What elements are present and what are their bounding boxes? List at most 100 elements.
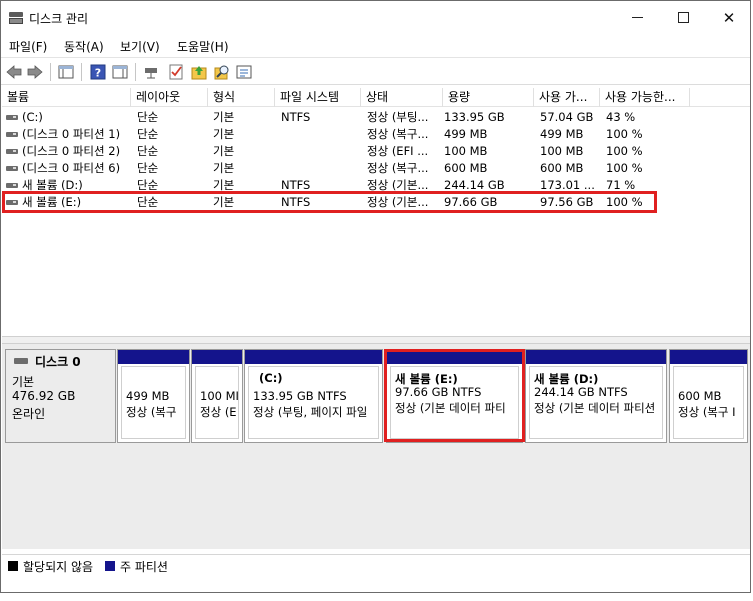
partition-block[interactable]: 새 볼륨 (D:) 244.14 GB NTFS 정상 (기본 데이터 파티션 [525, 349, 667, 443]
volume-capacity: 133.95 GB [444, 110, 505, 124]
disk-info-panel[interactable]: 디스크 0 기본 476.92 GB 온라인 [5, 349, 116, 443]
toolbar-separator [135, 63, 136, 81]
volume-type: 기본 [213, 161, 235, 175]
partition-body: (C:) 133.95 GB NTFS 정상 (부팅, 페이지 파일 [248, 366, 379, 439]
volume-type: 기본 [213, 144, 235, 158]
volume-list-header: 볼륨 레이아웃 형식 파일 시스템 상태 용량 사용 가... 사용 가능한..… [2, 88, 750, 107]
volume-icon [6, 149, 18, 154]
volume-layout: 단순 [137, 110, 159, 124]
partition-block[interactable]: 600 MB 정상 (복구 I [669, 349, 748, 443]
menu-view[interactable]: 보기(V) [120, 38, 160, 55]
partition-size: 100 MI [200, 389, 239, 403]
close-button[interactable]: ✕ [706, 1, 752, 34]
partition-body: 600 MB 정상 (복구 I [673, 366, 744, 439]
back-arrow-icon[interactable] [5, 63, 23, 81]
disk-graph-view: 디스크 0 기본 476.92 GB 온라인 499 MB 정상 (복구 100… [2, 344, 750, 549]
volume-type: 기본 [213, 127, 235, 141]
maximize-icon [677, 12, 689, 23]
partition-block[interactable]: 499 MB 정상 (복구 [117, 349, 190, 443]
partition-bar [245, 350, 382, 364]
volume-fs: NTFS [281, 110, 311, 124]
partition-bar [526, 350, 666, 364]
partition-block[interactable]: 100 MI 정상 (E [191, 349, 243, 443]
highlight-box-volume-e-row [2, 191, 657, 213]
volume-row[interactable]: (C:) 단순 기본 NTFS 정상 (부팅... 133.95 GB 57.0… [2, 109, 750, 126]
disk-icon [14, 358, 28, 364]
volume-name: (C:) [22, 110, 43, 124]
connect-icon[interactable] [142, 63, 160, 81]
pane-splitter[interactable] [2, 336, 750, 344]
toolbar: ? [1, 57, 750, 85]
partition-status: 정상 (복구 [126, 405, 177, 419]
column-volume[interactable]: 볼륨 [2, 88, 131, 107]
volume-percent: 100 % [606, 127, 643, 141]
menu-help[interactable]: 도움말(H) [177, 38, 229, 55]
volume-name: (디스크 0 파티션 6) [22, 161, 121, 175]
column-percent-free[interactable]: 사용 가능한... [600, 88, 690, 107]
volume-free: 100 MB [540, 144, 584, 158]
toolbar-separator [50, 63, 51, 81]
checklist-icon[interactable] [167, 63, 185, 81]
column-file-system[interactable]: 파일 시스템 [275, 88, 361, 107]
console-tree-icon[interactable] [57, 63, 75, 81]
menu-bar: 파일(F) 동작(A) 보기(V) 도움말(H) [1, 34, 750, 56]
volume-row[interactable]: (디스크 0 파티션 1) 단순 기본 정상 (복구... 499 MB 499… [2, 126, 750, 143]
column-layout[interactable]: 레이아웃 [131, 88, 208, 107]
minimize-button[interactable] [614, 1, 660, 34]
volume-percent: 100 % [606, 161, 643, 175]
volume-row[interactable]: (디스크 0 파티션 2) 단순 기본 정상 (EFI ... 100 MB 1… [2, 143, 750, 160]
partition-size: 133.95 GB NTFS [253, 389, 347, 403]
disk-management-icon [8, 11, 24, 25]
legend-label-primary: 주 파티션 [120, 560, 168, 574]
action-pane-icon[interactable] [111, 63, 129, 81]
volume-layout: 단순 [137, 161, 159, 175]
volume-layout: 단순 [137, 144, 159, 158]
volume-capacity: 100 MB [444, 144, 488, 158]
menu-action[interactable]: 동작(A) [64, 38, 104, 55]
volume-capacity: 600 MB [444, 161, 488, 175]
volume-icon [6, 166, 18, 171]
help-icon[interactable]: ? [89, 63, 107, 81]
partition-title: (C:) [259, 371, 283, 385]
partition-status: 정상 (복구 I [678, 405, 736, 419]
legend-swatch-unallocated [8, 561, 18, 571]
highlight-box-volume-e-partition [384, 349, 525, 442]
partition-size: 499 MB [126, 389, 170, 403]
column-free-space[interactable]: 사용 가... [534, 88, 600, 107]
partition-bar [118, 350, 189, 364]
partition-status: 정상 (부팅, 페이지 파일 [253, 405, 368, 419]
minimize-icon [631, 17, 643, 18]
volume-free: 57.04 GB [540, 110, 594, 124]
volume-layout: 단순 [137, 127, 159, 141]
volume-status: 정상 (복구... [367, 161, 429, 175]
maximize-button[interactable] [660, 1, 706, 34]
column-type[interactable]: 형식 [208, 88, 275, 107]
partition-block[interactable]: (C:) 133.95 GB NTFS 정상 (부팅, 페이지 파일 [244, 349, 383, 443]
column-status[interactable]: 상태 [361, 88, 443, 107]
column-capacity[interactable]: 용량 [443, 88, 534, 107]
partition-size: 244.14 GB NTFS [534, 385, 628, 399]
search-icon[interactable] [213, 63, 231, 81]
svg-text:?: ? [95, 67, 101, 80]
volume-row[interactable]: (디스크 0 파티션 6) 단순 기본 정상 (복구... 600 MB 600… [2, 160, 750, 177]
partition-bar [192, 350, 242, 364]
partition-body: 499 MB 정상 (복구 [121, 366, 186, 439]
legend-label-unallocated: 할당되지 않음 [23, 560, 94, 574]
close-icon: ✕ [722, 8, 736, 27]
volume-name: (디스크 0 파티션 2) [22, 144, 121, 158]
disk-size: 476.92 GB [12, 389, 76, 403]
forward-arrow-icon[interactable] [26, 63, 44, 81]
volume-free: 499 MB [540, 127, 584, 141]
folder-up-icon[interactable] [190, 63, 208, 81]
menu-file[interactable]: 파일(F) [9, 38, 47, 55]
volume-status: 정상 (EFI ... [367, 144, 429, 158]
legend-swatch-primary [105, 561, 115, 571]
partition-size: 600 MB [678, 389, 722, 403]
disk-state: 온라인 [12, 407, 46, 421]
volume-percent: 100 % [606, 144, 643, 158]
properties-icon[interactable] [235, 63, 253, 81]
title-bar: 디스크 관리 ✕ [1, 1, 750, 34]
window-title: 디스크 관리 [29, 12, 89, 26]
partition-status: 정상 (E [200, 405, 237, 419]
partition-status: 정상 (기본 데이터 파티션 [534, 401, 656, 415]
